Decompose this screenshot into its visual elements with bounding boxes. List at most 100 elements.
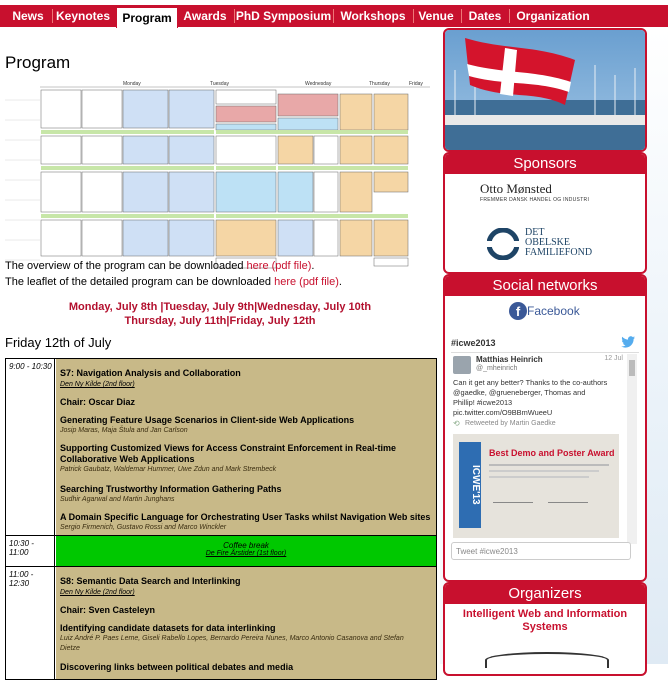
tweet-line: @gaedke, @grueneberger, Thomas and [453, 388, 586, 397]
session-cell: S8: Semantic Data Search and Interlinkin… [56, 567, 436, 679]
main-content: Program Monday Tuesday Wednesday Thursda… [0, 28, 440, 680]
organizers-link[interactable]: Intelligent Web and Information Systems [455, 608, 635, 634]
nav-keynotes[interactable]: Keynotes [53, 5, 113, 27]
schedule-header-thursday: Thursday [369, 81, 390, 87]
session-title: S7: Navigation Analysis and Collaboratio… [60, 368, 241, 378]
sponsor-otto-name[interactable]: Otto Mønsted [480, 181, 552, 197]
session-chair: Chair: Oscar Diaz [60, 397, 136, 407]
paper-title: A Domain Specific Language for Orchestra… [60, 512, 431, 522]
paper-authors: Luiz André P. Paes Leme, Giseli Rabello … [60, 635, 404, 642]
facebook-label: Facebook [527, 304, 580, 318]
session-chair: Chair: Sven Casteleyn [60, 605, 156, 615]
paper-authors: Sudhir Agarwal and Martin Junghans [60, 496, 175, 503]
table-row: 9:00 - 10:30 S7: Navigation Analysis and… [6, 359, 436, 536]
award-line [489, 476, 589, 478]
tweet-line: Phillip! #icwe2013 [453, 398, 513, 407]
award-title: Best Demo and Poster Award [489, 448, 615, 458]
nav-workshops[interactable]: Workshops [334, 5, 412, 27]
session-room-link[interactable]: Den Ny Kilde (2nd floor) [60, 381, 135, 388]
paper-title: Searching Trustworthy Information Gather… [60, 484, 282, 494]
time-cell: 9:00 - 10:30 [6, 359, 55, 535]
header-photo [443, 28, 647, 152]
time-cell: 11:00 - 12:30 [6, 567, 55, 679]
sponsor-fund-line3: FAMILIEFOND [525, 247, 593, 258]
paper-title: Supporting Customized Views for Access C… [60, 443, 397, 453]
tweet-photo[interactable]: ICWE'13 Best Demo and Poster Award [453, 434, 619, 538]
day-link-tuesday[interactable]: Tuesday, July 9th [163, 301, 254, 313]
day-links: Monday, July 8th |Tuesday, July 9th|Wedn… [68, 301, 372, 327]
day-link-friday[interactable]: Friday, July 12th [229, 315, 315, 327]
signature [548, 496, 588, 503]
nav-awards[interactable]: Awards [178, 5, 232, 27]
organizers-box: Organizers Intelligent Web and Informati… [443, 582, 647, 676]
time-cell: 10:30 - 11:00 [6, 536, 55, 566]
twitter-divider [451, 352, 639, 353]
sponsors-box: Sponsors Otto Mønsted FREMMER DANSK HAND… [443, 152, 647, 274]
side-background [645, 28, 668, 664]
paper-title-continued: Collaborative Web Applications [60, 454, 195, 464]
award-line [489, 470, 599, 472]
schedule-header-monday: Monday [123, 81, 141, 87]
twitter-hashtag[interactable]: #icwe2013 [451, 338, 496, 348]
facebook-link[interactable]: f Facebook [509, 302, 580, 322]
sponsor-otto-subtitle: FREMMER DANSK HANDEL OG INDUSTRI [480, 197, 590, 203]
nav-news[interactable]: News [5, 5, 51, 27]
break-cell: Coffee break De Fire Årstider (1st floor… [56, 536, 436, 566]
nav-program[interactable]: Program [116, 8, 178, 30]
top-nav: News Keynotes Program Awards PhD Symposi… [0, 5, 668, 30]
break-room-link[interactable]: De Fire Årstider (1st floor) [60, 550, 432, 557]
paper-authors-continued: Dietze [60, 645, 80, 652]
award-logo: ICWE'13 [459, 442, 481, 528]
sponsors-title: Sponsors [445, 154, 645, 174]
table-row: 10:30 - 11:00 Coffee break De Fire Årsti… [6, 536, 436, 567]
signature [493, 496, 533, 503]
organizers-title: Organizers [445, 584, 645, 604]
avatar[interactable] [453, 356, 471, 374]
overview-pdf-link[interactable]: here (pdf file) [247, 260, 312, 272]
nav-organization[interactable]: Organization [510, 5, 596, 27]
page-title: Program [5, 53, 71, 72]
program-table: 9:00 - 10:30 S7: Navigation Analysis and… [5, 358, 437, 680]
paper-authors: Josip Maras, Maja Štula and Jan Carlson [60, 427, 188, 434]
nav-venue[interactable]: Venue [414, 5, 458, 27]
session-cell: S7: Navigation Analysis and Collaboratio… [56, 359, 436, 535]
twitter-bird-icon [621, 336, 635, 348]
day-link-monday[interactable]: Monday, July 8th [69, 301, 157, 313]
leaflet-text: The leaflet of the detailed program can … [5, 276, 275, 288]
sponsor-fund-logo-icon [487, 228, 519, 260]
paper-title: Identifying candidate datasets for data … [60, 623, 276, 633]
tweet-user-handle[interactable]: @_mheinrich [476, 365, 517, 372]
twitter-widget: #icwe2013 Matthias Heinrich 12 Jul @_mhe… [451, 334, 639, 566]
facebook-icon: f [509, 302, 527, 320]
retweeted-by: Retweeted by Martin Gaedke [465, 420, 556, 427]
session-room-link[interactable]: Den Ny Kilde (2nd floor) [60, 589, 135, 596]
nav-dates[interactable]: Dates [462, 5, 508, 27]
paper-title: Generating Feature Usage Scenarios in Cl… [60, 415, 355, 425]
program-overview-image[interactable]: Monday Tuesday Wednesday Thursday Friday [5, 80, 430, 270]
scrollbar-thumb[interactable] [629, 360, 635, 376]
overview-text: The overview of the program can be downl… [5, 260, 247, 272]
tweet-date[interactable]: 12 Jul [604, 355, 623, 362]
schedule-header-wednesday: Wednesday [305, 81, 332, 87]
schedule-header-tuesday: Tuesday [210, 81, 229, 87]
table-row: 11:00 - 12:30 S8: Semantic Data Search a… [6, 567, 436, 679]
leaflet-period: . [338, 276, 342, 288]
tweet-text: Can it get any better? Thanks to the co-… [453, 378, 621, 418]
social-networks-box: Social networks f Facebook #icwe2013 Matt… [443, 274, 647, 582]
sponsor-fund-name[interactable]: DET OBELSKE FAMILIEFOND [525, 228, 592, 258]
schedule-header-friday: Friday [409, 81, 423, 87]
tweet-line: pic.twitter.com/O9BBmWueeU [453, 408, 553, 417]
session-title: S8: Semantic Data Search and Interlinkin… [60, 576, 241, 586]
overview-period: . [311, 260, 315, 272]
nav-phd-symposium[interactable]: PhD Symposium [235, 5, 332, 27]
tweet-user-name[interactable]: Matthias Heinrich [476, 355, 543, 364]
award-line [489, 464, 609, 466]
organizer-logo [485, 652, 609, 668]
leaflet-pdf-link[interactable]: here (pdf file) [274, 276, 339, 288]
tweet-compose-input[interactable]: Tweet #icwe2013 [451, 542, 631, 560]
day-link-wednesday[interactable]: Wednesday, July 10th [257, 301, 371, 313]
social-networks-title: Social networks [445, 276, 645, 296]
day-link-thursday[interactable]: Thursday, July 11th [125, 315, 227, 327]
overview-paragraph: The overview of the program can be downl… [5, 260, 314, 272]
tweet-scrollbar[interactable] [627, 354, 637, 544]
